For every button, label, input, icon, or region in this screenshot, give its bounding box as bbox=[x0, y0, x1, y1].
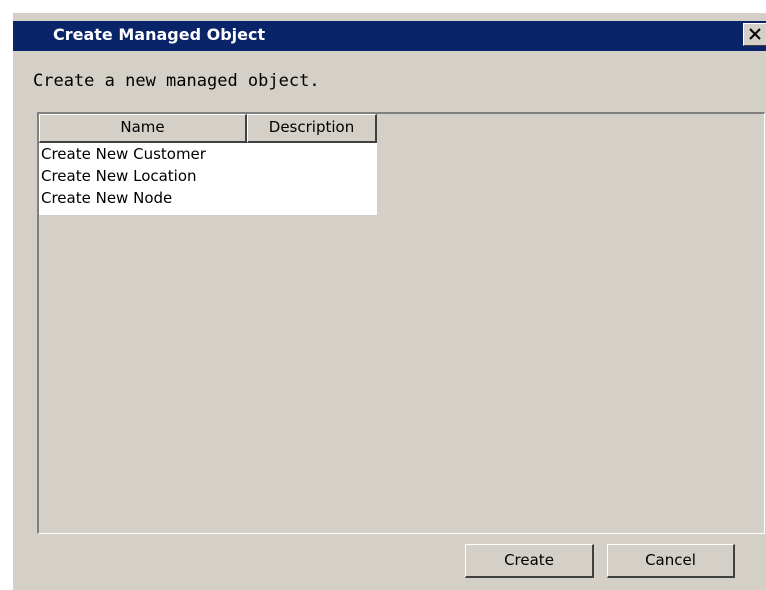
column-header-name[interactable]: Name bbox=[39, 114, 247, 143]
managed-object-table: Name Description Create New Customer Cre… bbox=[37, 112, 765, 534]
create-managed-object-dialog: Create Managed Object Create a new manag… bbox=[12, 12, 766, 590]
cancel-button[interactable]: Cancel bbox=[607, 544, 735, 578]
row-description-cell bbox=[247, 165, 377, 187]
column-header-description[interactable]: Description bbox=[247, 114, 377, 143]
table-row[interactable]: Create New Customer bbox=[39, 143, 377, 165]
row-description-cell bbox=[247, 187, 377, 209]
table-row[interactable]: Create New Node bbox=[39, 187, 377, 209]
row-description-cell bbox=[247, 143, 377, 165]
create-button[interactable]: Create bbox=[465, 544, 594, 578]
row-name-cell: Create New Location bbox=[41, 167, 197, 185]
close-x-icon bbox=[749, 28, 761, 40]
row-name-cell: Create New Node bbox=[41, 189, 173, 207]
table-body: Create New Customer Create New Location … bbox=[39, 143, 377, 215]
window-title: Create Managed Object bbox=[53, 25, 266, 44]
table-header: Name Description bbox=[39, 114, 377, 143]
row-name-cell: Create New Customer bbox=[41, 145, 206, 163]
table-row[interactable]: Create New Location bbox=[39, 165, 377, 187]
instruction-text: Create a new managed object. bbox=[33, 71, 320, 91]
title-bar[interactable]: Create Managed Object bbox=[13, 21, 766, 51]
close-button[interactable] bbox=[743, 23, 766, 46]
